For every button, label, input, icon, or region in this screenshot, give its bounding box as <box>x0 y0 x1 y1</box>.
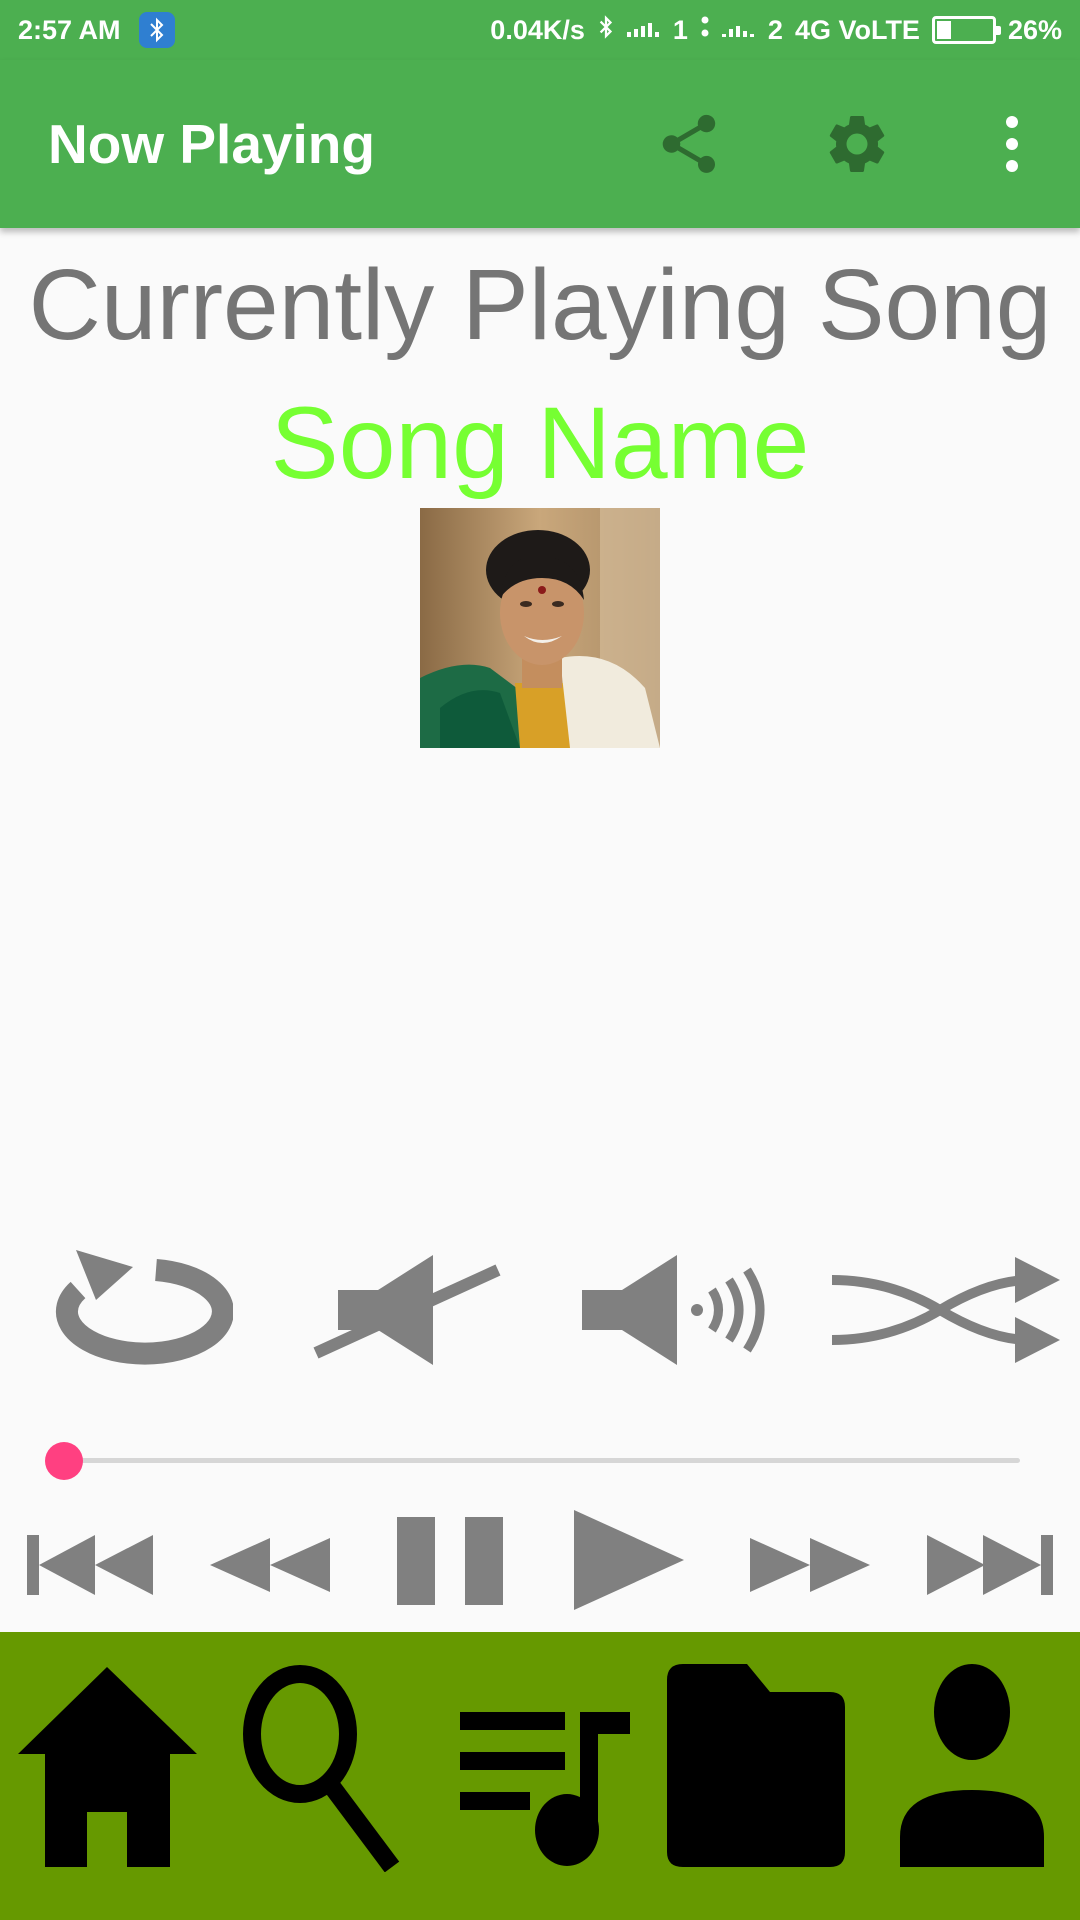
battery-percent: 26% <box>1007 14 1062 45</box>
settings-icon[interactable] <box>817 104 897 184</box>
shuffle-icon[interactable] <box>830 1245 1060 1375</box>
network-type: 4G VoLTE <box>794 14 920 45</box>
app-bar: Now Playing <box>0 60 1080 228</box>
repeat-icon[interactable] <box>38 1245 234 1375</box>
transport-controls-row <box>0 1505 1080 1620</box>
skip-previous-icon[interactable] <box>25 1505 155 1620</box>
mute-icon[interactable] <box>308 1245 503 1375</box>
share-icon[interactable] <box>649 104 729 184</box>
home-icon[interactable] <box>15 1662 200 1872</box>
status-time: 2:57 AM <box>18 14 121 45</box>
playlist-icon[interactable] <box>455 1662 635 1872</box>
bottom-navigation <box>0 1632 1080 1920</box>
seek-bar[interactable] <box>45 1442 1020 1480</box>
status-bar: 2:57 AM 0.04K/s 1 2 4G VoLTE 26% <box>0 0 1080 60</box>
bluetooth-icon <box>597 14 615 47</box>
data-arrows-icon <box>700 14 710 47</box>
seek-thumb[interactable] <box>45 1442 83 1480</box>
rewind-icon[interactable] <box>208 1505 333 1620</box>
album-art <box>420 508 660 748</box>
search-icon[interactable] <box>240 1662 405 1873</box>
skip-next-icon[interactable] <box>925 1505 1055 1620</box>
currently-playing-heading: Currently Playing Song <box>28 249 1052 361</box>
volume-up-icon[interactable] <box>577 1245 772 1375</box>
net-speed: 0.04K/s <box>490 14 585 45</box>
folder-icon[interactable] <box>665 1662 847 1872</box>
seek-track <box>63 1458 1020 1463</box>
bluetooth-notification-icon <box>138 12 175 48</box>
fast-forward-icon[interactable] <box>748 1505 873 1620</box>
app-title: Now Playing <box>48 113 375 175</box>
signal-2-icon <box>721 15 756 46</box>
sim1-label: 1 <box>672 14 688 45</box>
song-name: Song Name <box>270 386 810 500</box>
pause-icon[interactable] <box>395 1505 507 1620</box>
profile-icon[interactable] <box>898 1662 1046 1872</box>
sim2-label: 2 <box>767 14 783 45</box>
play-icon[interactable] <box>572 1505 687 1620</box>
playback-options-row <box>0 1245 1080 1375</box>
signal-icon <box>626 15 661 46</box>
more-vert-icon[interactable] <box>992 104 1032 184</box>
battery-icon <box>931 16 1001 44</box>
